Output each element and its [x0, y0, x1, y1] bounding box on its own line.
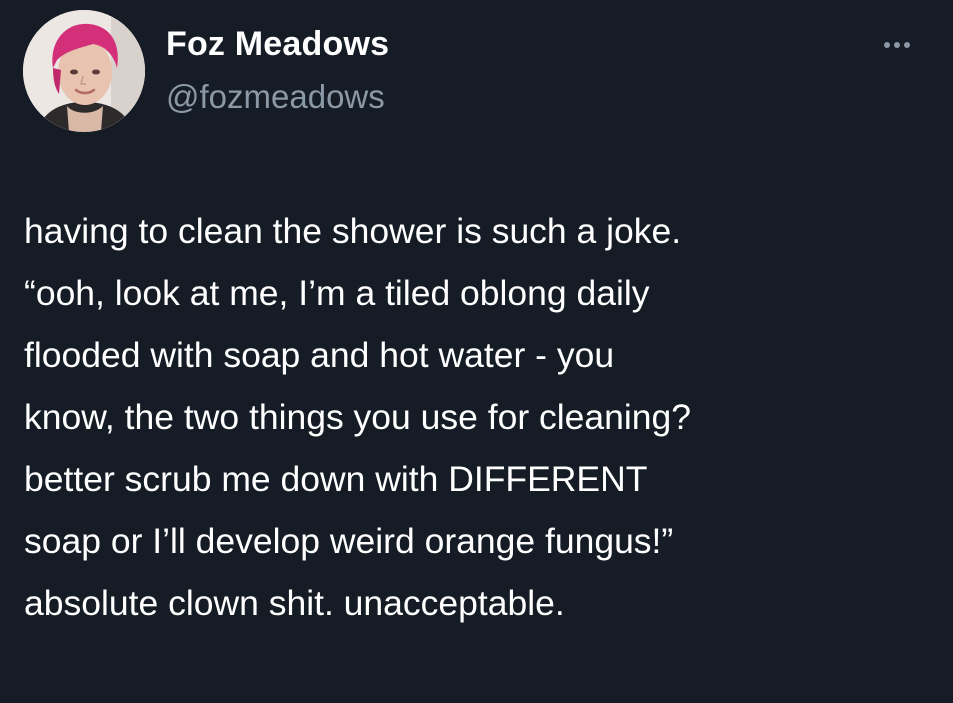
tweet-line: soap or I’ll develop weird orange fungus…	[24, 521, 674, 561]
tweet-line: absolute clown shit. unacceptable.	[24, 583, 565, 623]
avatar-image	[23, 10, 145, 132]
tweet-line: know, the two things you use for cleanin…	[24, 397, 692, 437]
tweet-line: having to clean the shower is such a jok…	[24, 211, 682, 251]
tweet-line: better scrub me down with DIFFERENT	[24, 459, 648, 499]
tweet-line: “ooh, look at me, I’m a tiled oblong dai…	[24, 273, 650, 313]
more-horizontal-icon	[884, 42, 910, 48]
display-name[interactable]: Foz Meadows	[166, 25, 389, 64]
tweet-card: Foz Meadows @fozmeadows having to clean …	[0, 0, 953, 703]
more-options-button[interactable]	[872, 30, 922, 60]
tweet-text: having to clean the shower is such a jok…	[24, 200, 944, 634]
user-handle[interactable]: @fozmeadows	[166, 78, 385, 116]
tweet-line: flooded with soap and hot water - you	[24, 335, 615, 375]
avatar[interactable]	[23, 10, 145, 132]
